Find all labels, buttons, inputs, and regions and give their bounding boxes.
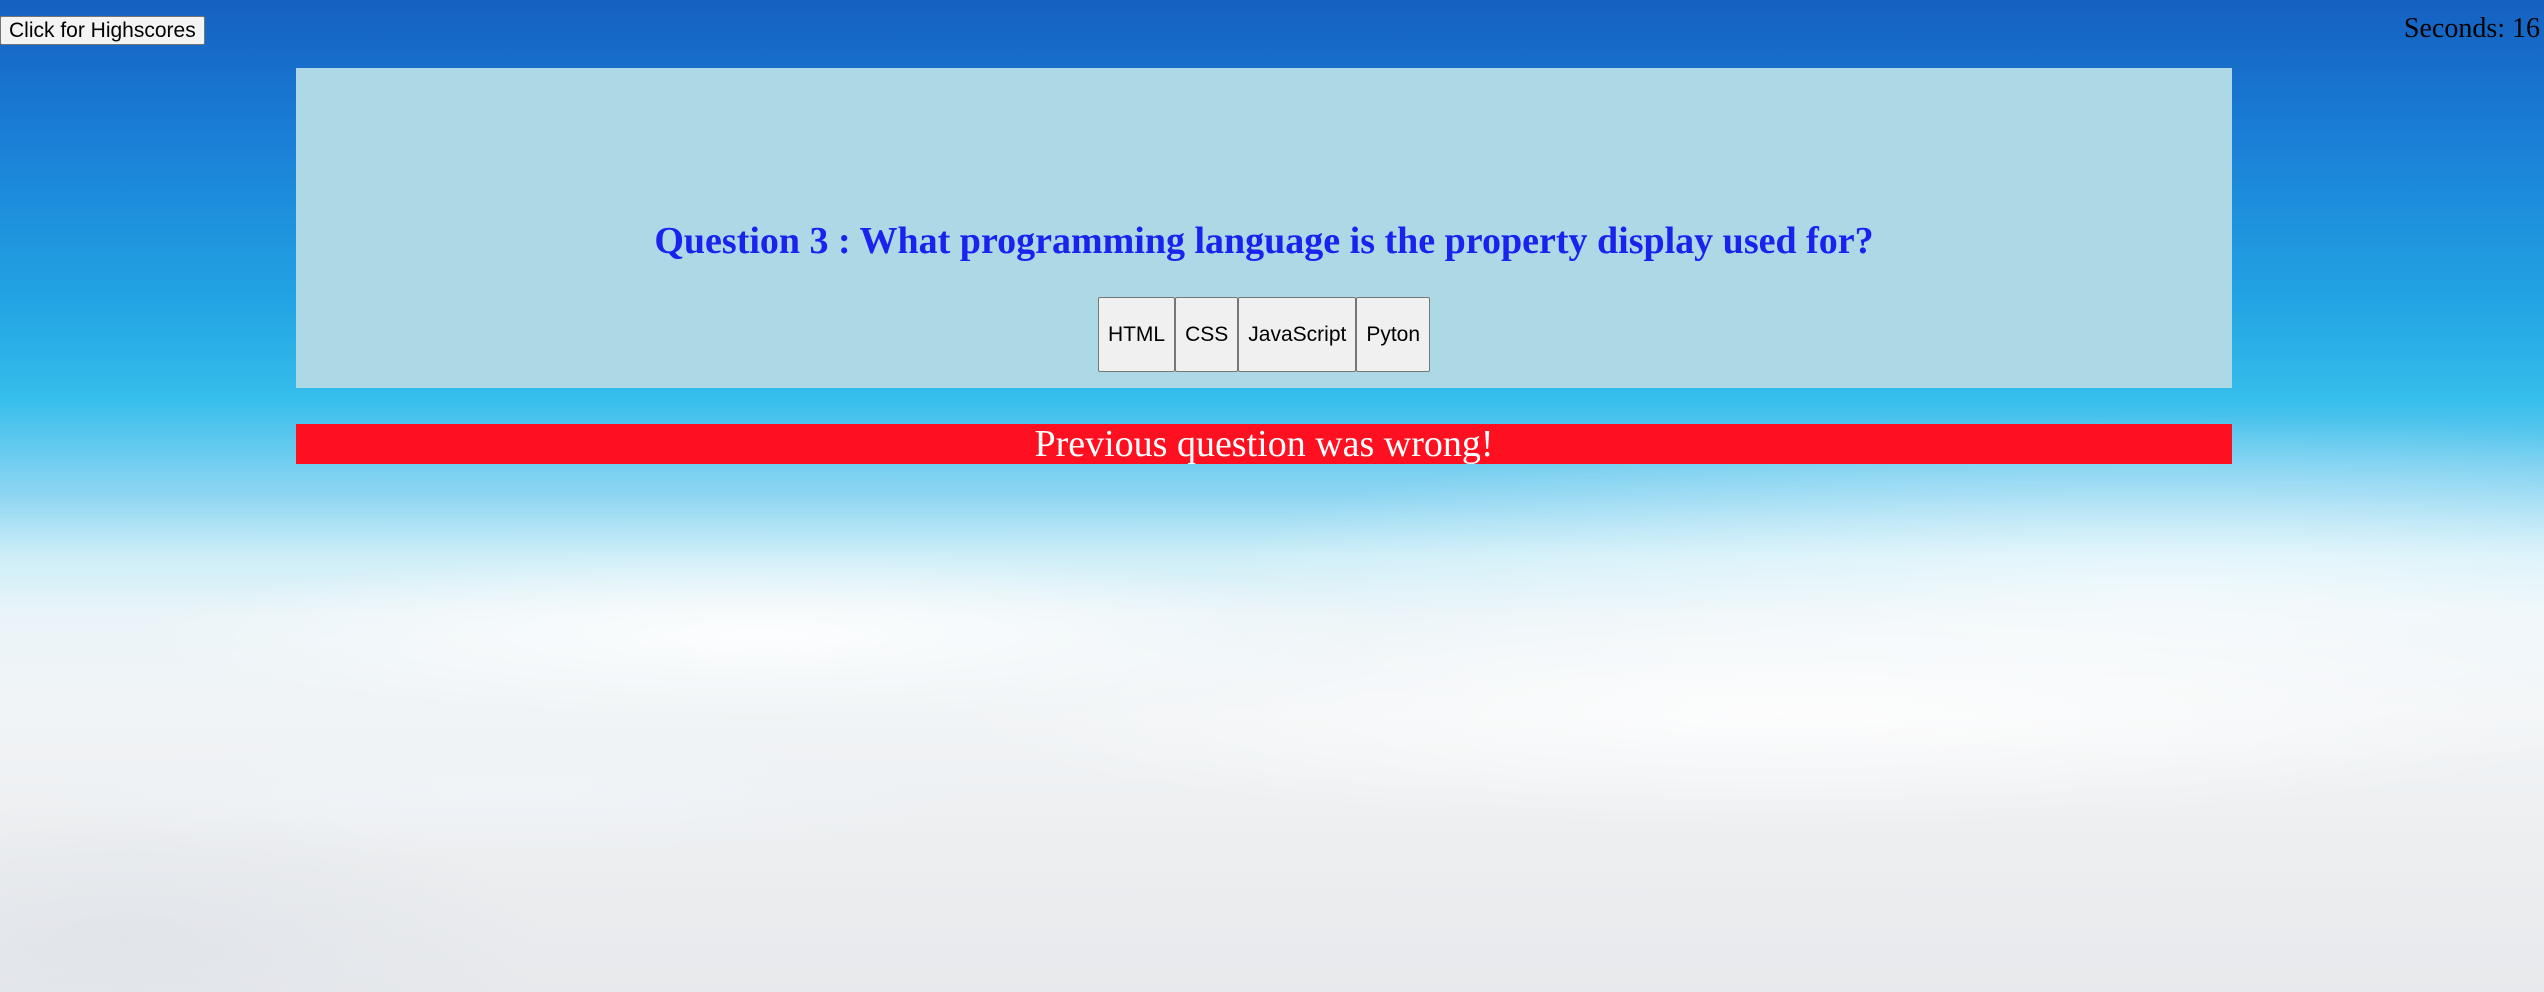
answer-button-javascript[interactable]: JavaScript [1238,297,1357,372]
answer-options: HTML CSS JavaScript Pyton [296,297,2232,372]
answer-button-css[interactable]: CSS [1175,297,1239,372]
feedback-banner: Previous question was wrong! [296,424,2232,464]
quiz-card: Question 3 : What programming language i… [296,68,2232,388]
question-text: Question 3 : What programming language i… [654,220,1874,262]
highscores-button[interactable]: Click for Highscores [0,16,205,45]
answer-button-pyton[interactable]: Pyton [1356,297,1431,372]
answer-button-html[interactable]: HTML [1097,297,1176,372]
timer-display: Seconds: 16 [2403,13,2540,44]
